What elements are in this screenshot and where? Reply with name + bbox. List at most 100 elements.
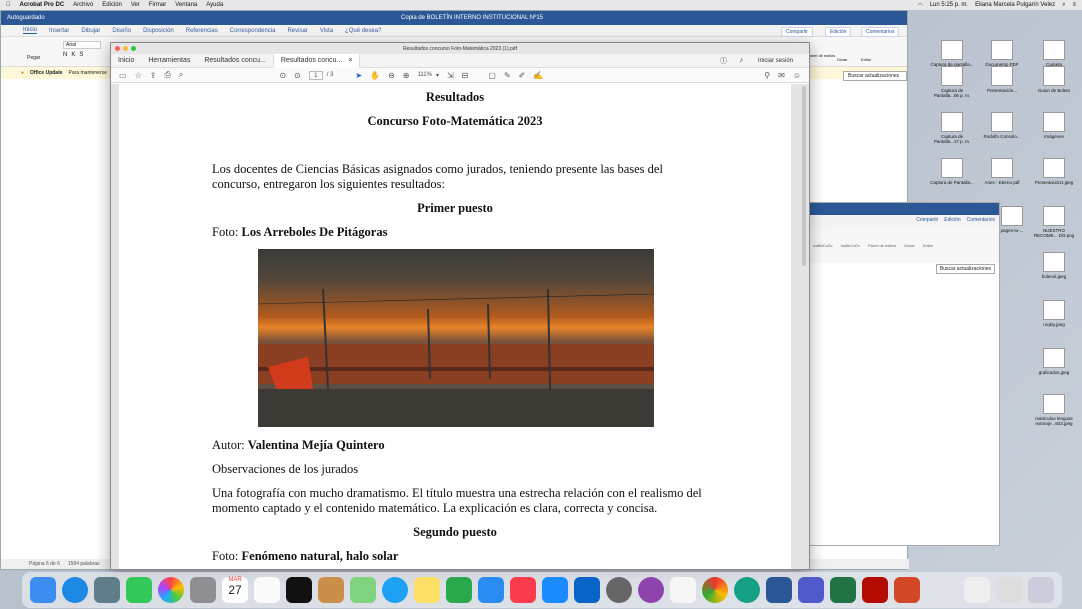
- desktop-file-icon[interactable]: Rodolfo Consolo...: [980, 112, 1024, 139]
- desktop-file-icon[interactable]: NUESTRO RECOME... DO.png: [1032, 206, 1076, 238]
- desktop-file-icon[interactable]: Captura de Pantalla...: [930, 158, 974, 185]
- word2-dictate-button[interactable]: Dictar: [904, 243, 914, 248]
- reminders-icon[interactable]: [254, 577, 280, 603]
- chrome-icon[interactable]: [702, 577, 728, 603]
- word2-edit-button[interactable]: Edición: [944, 217, 960, 225]
- apple-icon[interactable]: : [6, 2, 11, 8]
- word-tab-insertar[interactable]: Insertar: [49, 28, 69, 34]
- word2-find-updates-button[interactable]: Buscar actualizaciones: [935, 264, 995, 274]
- desktop-file-icon[interactable]: Imágenes: [1032, 112, 1076, 139]
- tab-herramientas[interactable]: Herramientas: [141, 54, 197, 68]
- word-panel-button[interactable]: Panel de estilos: [807, 53, 835, 58]
- word-tab-revisar[interactable]: Revisar: [287, 28, 307, 34]
- word-editor-button[interactable]: Editor: [861, 57, 871, 62]
- wifi-icon[interactable]: ◠: [917, 2, 922, 9]
- bell-icon[interactable]: ♪: [740, 57, 744, 64]
- appstore-icon[interactable]: [542, 577, 568, 603]
- podcasts-icon[interactable]: [638, 577, 664, 603]
- clock[interactable]: Lun 5:25 p. m.: [930, 2, 968, 8]
- highlight-icon[interactable]: ✎: [504, 71, 511, 80]
- word-tab-vista[interactable]: Vista: [320, 28, 333, 34]
- word2-panel-button[interactable]: Panel de estilos: [868, 243, 896, 248]
- zoom-level[interactable]: 111% ▾: [417, 72, 438, 79]
- contacts-icon[interactable]: [318, 577, 344, 603]
- word-dictate-button[interactable]: Dictar: [837, 57, 847, 62]
- maps-icon[interactable]: [350, 577, 376, 603]
- help-icon[interactable]: ⓘ: [720, 56, 727, 66]
- desktop-file-icon[interactable]: Captura de Pantalla...06 p. m.: [930, 66, 974, 98]
- outlook-icon[interactable]: [574, 577, 600, 603]
- word-tab-disposicion[interactable]: Disposición: [143, 28, 174, 34]
- user-name[interactable]: Eliana Marcela Pulgarín Velez: [975, 2, 1055, 8]
- teams-icon[interactable]: [798, 577, 824, 603]
- keynote-icon[interactable]: [478, 577, 504, 603]
- notes-icon[interactable]: [414, 577, 440, 603]
- sign-icon[interactable]: ✍: [533, 71, 543, 80]
- bookmark-star-icon[interactable]: ☆: [135, 71, 142, 80]
- word2-style-2[interactable]: AaBbCcDc: [841, 243, 861, 248]
- word-format-buttons[interactable]: NKS: [63, 52, 87, 58]
- acrobat-icon[interactable]: [862, 577, 888, 603]
- print-icon[interactable]: ⎙: [164, 70, 170, 80]
- desktop-file-icon[interactable]: Captura de Pantalla...17 p. m.: [930, 112, 974, 144]
- desktop-file-icon[interactable]: Documento PDF: [980, 40, 1024, 67]
- pencil-app-icon[interactable]: [670, 577, 696, 603]
- word-icon[interactable]: [766, 577, 792, 603]
- menu-ver[interactable]: Ver: [131, 2, 140, 8]
- control-center-icon[interactable]: ≡: [1072, 2, 1076, 8]
- word-tab-dibujar[interactable]: Dibujar: [81, 28, 100, 34]
- desktop-file-icon[interactable]: matriculas lenguas extranje...923.jpeg: [1032, 394, 1076, 426]
- desktop-file-icon[interactable]: boleroil.jpeg: [1032, 252, 1076, 279]
- facetime-icon[interactable]: [126, 577, 152, 603]
- menu-ventana[interactable]: Ventana: [175, 2, 197, 8]
- tab-resultados-2[interactable]: Resultados concu... ×: [272, 53, 361, 68]
- launchpad-icon[interactable]: [190, 577, 216, 603]
- word2-editor-button[interactable]: Editor: [923, 243, 933, 248]
- menu-edicion[interactable]: Edición: [102, 2, 122, 8]
- comment-icon[interactable]: ▢: [488, 71, 496, 80]
- word-tell-me[interactable]: ¿Qué desea?: [345, 28, 381, 34]
- document-viewport[interactable]: Resultados Concurso Foto-Matemática 2023…: [111, 84, 809, 569]
- photos-icon[interactable]: [158, 577, 184, 603]
- login-button[interactable]: Iniciar sesión: [758, 58, 793, 64]
- messages-icon[interactable]: [382, 577, 408, 603]
- email-icon[interactable]: ✉: [778, 71, 785, 80]
- upload-icon[interactable]: ⇪: [150, 71, 157, 80]
- calendar-icon[interactable]: MAR 27: [222, 577, 248, 603]
- desktop-file-icon[interactable]: Guion de Boleto: [1032, 66, 1076, 93]
- page-down-icon[interactable]: ⊙: [294, 71, 301, 80]
- page-up-icon[interactable]: ⊙: [279, 71, 286, 80]
- menu-archivo[interactable]: Archivo: [73, 2, 93, 8]
- desktop-file-icon[interactable]: Carpeta: [1032, 40, 1076, 67]
- hand-icon[interactable]: ✋: [370, 71, 380, 80]
- word-paste-button[interactable]: Pegar: [27, 55, 40, 61]
- desktop-file-icon[interactable]: roqkiy.jpeg: [1032, 300, 1076, 327]
- safari-icon[interactable]: [62, 577, 88, 603]
- trash-icon[interactable]: [1028, 577, 1054, 603]
- share-link-icon[interactable]: ⚲: [764, 71, 770, 80]
- close-tab-icon[interactable]: ×: [348, 57, 352, 64]
- close-window-icon[interactable]: [115, 46, 120, 51]
- draw-icon[interactable]: ✐: [519, 71, 526, 80]
- word-autosave[interactable]: Autoguardado: [7, 15, 45, 21]
- recent-window-icon[interactable]: [996, 577, 1022, 603]
- menu-ayuda[interactable]: Ayuda: [206, 2, 223, 8]
- word2-share-button[interactable]: Compartir: [916, 217, 938, 225]
- word-tab-referencias[interactable]: Referencias: [186, 28, 218, 34]
- tab-inicio[interactable]: Inicio: [111, 54, 141, 68]
- word-font-select[interactable]: Arial: [63, 41, 101, 49]
- menu-firmar[interactable]: Firmar: [149, 2, 166, 8]
- powerpoint-icon[interactable]: [894, 577, 920, 603]
- save-icon[interactable]: ▭: [119, 71, 127, 80]
- zoom-out-icon[interactable]: ⊖: [388, 71, 395, 80]
- menubar-app-name[interactable]: Acrobat Pro DC: [20, 2, 65, 8]
- word-tab-diseno[interactable]: Diseño: [112, 28, 131, 34]
- account-icon[interactable]: ☺: [793, 71, 801, 80]
- zoom-search-icon[interactable]: ⌕: [179, 70, 183, 80]
- desktop-file-icon[interactable]: Presentación...: [980, 66, 1024, 93]
- page-number-input[interactable]: 1: [308, 70, 323, 80]
- preview-icon[interactable]: [94, 577, 120, 603]
- desktop-file-icon[interactable]: graficados.jpeg: [1032, 348, 1076, 375]
- word-tab-correspondencia[interactable]: Correspondencia: [230, 28, 276, 34]
- scroll-mode-icon[interactable]: ⊟: [462, 71, 469, 80]
